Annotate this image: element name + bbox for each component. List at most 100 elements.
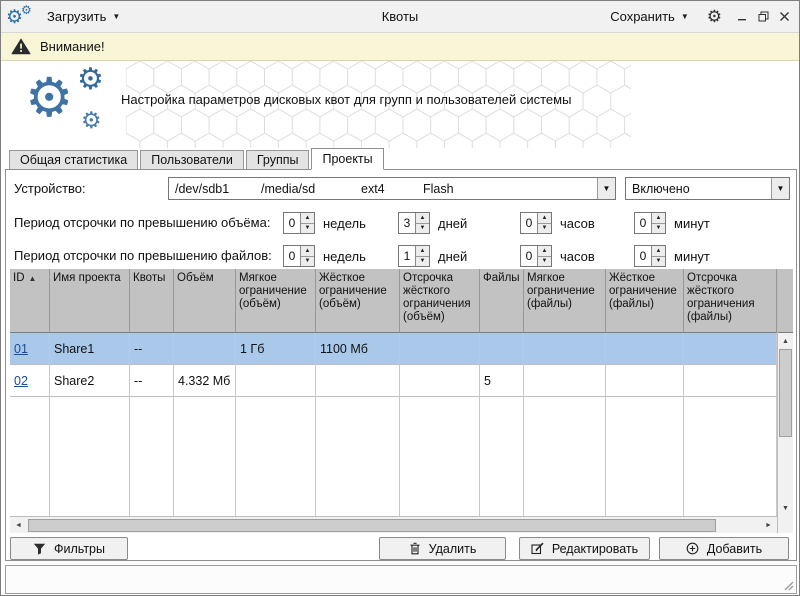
spinner-down-icon[interactable]: ▼ <box>416 224 429 234</box>
chevron-down-icon[interactable]: ▼ <box>771 178 789 199</box>
column-header-soft-files[interactable]: Мягкое ограничение (файлы) <box>524 269 606 333</box>
vertical-scrollbar-thumb[interactable] <box>779 349 792 437</box>
tab-projects[interactable]: Проекты <box>311 148 383 170</box>
files-hours-spinner[interactable]: 0 ▲ ▼ <box>520 245 552 267</box>
column-header-id[interactable]: ID ▲ <box>10 269 50 333</box>
column-header-project[interactable]: Имя проекта <box>50 269 130 333</box>
grace-files-label: Период отсрочки по превышению файлов: <box>14 248 272 263</box>
window-controls <box>732 6 795 28</box>
delete-button[interactable]: Удалить <box>379 537 506 560</box>
table-cell <box>684 333 777 365</box>
scroll-right-icon[interactable]: ► <box>760 517 777 533</box>
column-header-hard-volume[interactable]: Жёсткое ограничение (объём) <box>316 269 400 333</box>
column-header-volume[interactable]: Объём <box>174 269 236 333</box>
unit-label-days: дней <box>438 249 467 264</box>
edit-button[interactable]: Редактировать <box>519 537 650 560</box>
table-row[interactable]: 01 Share1 -- 1 Гб 1100 Мб <box>10 333 777 365</box>
tab-users[interactable]: Пользователи <box>140 150 244 169</box>
volume-hours-spinner[interactable]: 0 ▲ ▼ <box>520 212 552 234</box>
column-header-soft-volume[interactable]: Мягкое ограничение (объём) <box>236 269 316 333</box>
filters-button[interactable]: Фильтры <box>10 537 128 560</box>
column-header-grace-files[interactable]: Отсрочка жёсткого ограничения (файлы) <box>684 269 777 333</box>
scrollbar-header-spacer <box>778 269 793 333</box>
tab-groups[interactable]: Группы <box>246 150 310 169</box>
sort-asc-icon: ▲ <box>29 274 37 283</box>
table-cell <box>606 333 684 365</box>
column-header-grace-volume[interactable]: Отсрочка жёсткого ограничения (объём) <box>400 269 480 333</box>
close-icon <box>779 11 790 22</box>
table-cell: 4.332 Мб <box>174 365 236 397</box>
scroll-left-icon[interactable]: ◄ <box>10 517 27 533</box>
horizontal-scrollbar[interactable]: ◄ ► <box>10 516 777 533</box>
volume-weeks-spinner[interactable]: 0 ▲ ▼ <box>283 212 315 234</box>
project-id-link[interactable]: 02 <box>14 374 28 388</box>
save-menu-button[interactable]: Сохранить ▼ <box>602 4 697 29</box>
resize-grip[interactable] <box>783 580 794 591</box>
spinner-up-icon[interactable]: ▲ <box>301 213 314 224</box>
horizontal-scrollbar-thumb[interactable] <box>28 519 716 532</box>
spinner-buttons: ▲ ▼ <box>300 213 314 233</box>
title-bar: ⚙ ⚙ Загрузить ▼ Квоты Сохранить ▼ ⚙ <box>1 1 799 33</box>
spinner-value[interactable]: 0 <box>284 246 300 266</box>
maximize-button[interactable] <box>753 6 774 28</box>
spinner-down-icon[interactable]: ▼ <box>538 257 551 267</box>
spinner-value[interactable]: 0 <box>284 213 300 233</box>
spinner-down-icon[interactable]: ▼ <box>652 224 665 234</box>
spinner-up-icon[interactable]: ▲ <box>301 246 314 257</box>
unit-label-hours: часов <box>560 216 595 231</box>
column-header-quotas[interactable]: Квоты <box>130 269 174 333</box>
device-select[interactable]: /dev/sdb1 /media/sd ext4 Flash ▼ <box>168 177 616 200</box>
app-logo-gears-icon: ⚙ ⚙ <box>5 4 35 30</box>
tab-general-stats[interactable]: Общая статистика <box>9 150 138 169</box>
spinner-down-icon[interactable]: ▼ <box>301 257 314 267</box>
table-cell <box>524 365 606 397</box>
load-menu-button[interactable]: Загрузить ▼ <box>39 4 128 29</box>
quota-status-select[interactable]: Включено ▼ <box>625 177 790 200</box>
column-header-files[interactable]: Файлы <box>480 269 524 333</box>
filter-icon <box>33 543 46 555</box>
spinner-buttons: ▲ ▼ <box>300 246 314 266</box>
files-weeks-spinner[interactable]: 0 ▲ ▼ <box>283 245 315 267</box>
spinner-value[interactable]: 0 <box>521 213 537 233</box>
column-header-hard-files[interactable]: Жёсткое ограничение (файлы) <box>606 269 684 333</box>
settings-gear-icon[interactable]: ⚙ <box>699 8 730 25</box>
close-button[interactable] <box>774 6 795 28</box>
spinner-down-icon[interactable]: ▼ <box>416 257 429 267</box>
spinner-value[interactable]: 1 <box>399 246 415 266</box>
spinner-down-icon[interactable]: ▼ <box>652 257 665 267</box>
spinner-up-icon[interactable]: ▲ <box>416 213 429 224</box>
project-id-link[interactable]: 01 <box>14 342 28 356</box>
table-cell <box>400 333 480 365</box>
warning-text: Внимание! <box>40 39 105 54</box>
volume-minutes-spinner[interactable]: 0 ▲ ▼ <box>634 212 666 234</box>
scroll-down-icon[interactable]: ▼ <box>778 500 793 516</box>
chevron-down-icon[interactable]: ▼ <box>597 178 615 199</box>
volume-days-spinner[interactable]: 3 ▲ ▼ <box>398 212 430 234</box>
spinner-down-icon[interactable]: ▼ <box>301 224 314 234</box>
page-description: Настройка параметров дисковых квот для г… <box>121 92 626 107</box>
files-minutes-spinner[interactable]: 0 ▲ ▼ <box>634 245 666 267</box>
column-header-label: ID <box>13 272 25 284</box>
minimize-button[interactable] <box>732 6 753 28</box>
files-days-spinner[interactable]: 1 ▲ ▼ <box>398 245 430 267</box>
spinner-up-icon[interactable]: ▲ <box>416 246 429 257</box>
spinner-value[interactable]: 0 <box>521 246 537 266</box>
spinner-up-icon[interactable]: ▲ <box>652 246 665 257</box>
spinner-value[interactable]: 3 <box>399 213 415 233</box>
spinner-up-icon[interactable]: ▲ <box>652 213 665 224</box>
add-button[interactable]: Добавить <box>659 537 789 560</box>
edit-icon <box>531 542 544 555</box>
spinner-value[interactable]: 0 <box>635 246 651 266</box>
table-cell <box>316 365 400 397</box>
spinner-value[interactable]: 0 <box>635 213 651 233</box>
table-row[interactable]: 02 Share2 -- 4.332 Мб 5 <box>10 365 777 397</box>
add-button-label: Добавить <box>707 542 762 556</box>
spinner-up-icon[interactable]: ▲ <box>538 246 551 257</box>
spinner-up-icon[interactable]: ▲ <box>538 213 551 224</box>
vertical-scrollbar[interactable]: ▲ ▼ <box>777 269 793 533</box>
scroll-up-icon[interactable]: ▲ <box>778 333 793 349</box>
table-cell <box>606 365 684 397</box>
spinner-down-icon[interactable]: ▼ <box>538 224 551 234</box>
table-cell: 01 <box>10 333 50 365</box>
chevron-down-icon: ▼ <box>681 13 689 21</box>
